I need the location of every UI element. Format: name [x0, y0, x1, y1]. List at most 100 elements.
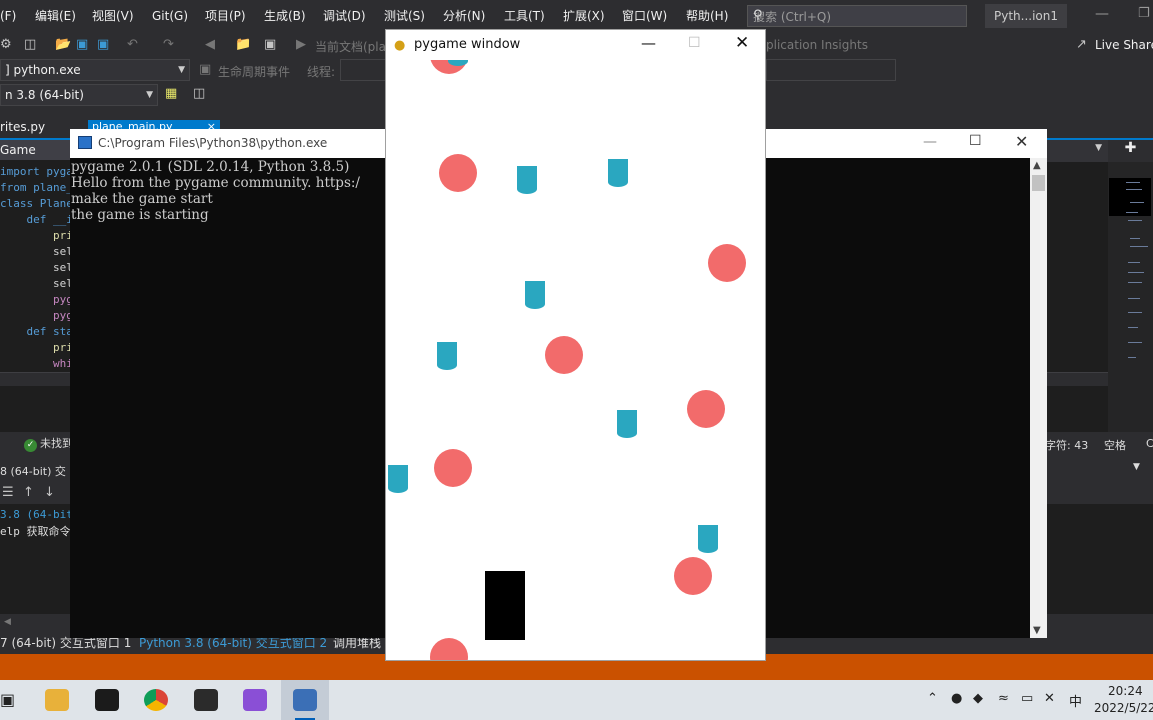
process-value: ] python.exe: [5, 63, 81, 77]
python-console-icon[interactable]: [281, 680, 329, 720]
clock-time[interactable]: 20:24: [1108, 684, 1143, 698]
enemy-ball: [430, 638, 468, 660]
code-line: pyg: [0, 309, 70, 322]
run-icon[interactable]: ▶: [296, 37, 306, 52]
photos-icon[interactable]: [83, 680, 131, 720]
menu-git[interactable]: Git(G): [152, 0, 188, 32]
menu-edit[interactable]: 编辑(E): [35, 0, 76, 32]
chevron-up-icon[interactable]: ▲: [1033, 160, 1041, 171]
menu-window[interactable]: 窗口(W): [622, 0, 667, 32]
screenshot-icon[interactable]: ▣: [264, 37, 276, 52]
lifecycle-events-label[interactable]: 生命周期事件: [218, 63, 290, 80]
code-editor[interactable]: import pyga from plane_ class Plane def __…: [0, 162, 70, 372]
wifi-icon[interactable]: ≈: [998, 691, 1009, 706]
solution-name-badge[interactable]: Pyth...ion1: [985, 4, 1067, 28]
chrome-icon[interactable]: [132, 680, 180, 720]
menu-file[interactable]: (F): [0, 0, 16, 32]
visual-studio-icon[interactable]: [231, 680, 279, 720]
console-line: make the game start: [71, 191, 213, 207]
scrollbar-thumb[interactable]: [1032, 175, 1045, 191]
gear-icon[interactable]: ⚙: [0, 37, 12, 52]
class-navigation-bar[interactable]: Game: [0, 140, 70, 160]
maximize-icon[interactable]: ☐: [969, 133, 982, 149]
task-view-icon[interactable]: ▣: [0, 690, 15, 709]
chevron-down-icon[interactable]: ▼: [1133, 462, 1140, 472]
undo-icon[interactable]: ↶: [127, 37, 138, 52]
clock-date[interactable]: 2022/5/22: [1094, 701, 1153, 715]
menu-tools[interactable]: 工具(T): [504, 0, 545, 32]
no-issues-indicator[interactable]: ✓ 未找到: [24, 435, 73, 452]
arrow-up-icon[interactable]: ↑: [23, 485, 34, 500]
chevron-down-icon: ▼: [1095, 143, 1102, 153]
open-folder-icon[interactable]: 📂: [55, 37, 71, 52]
vs-search-box[interactable]: 搜索 (Ctrl+Q) ⚲: [747, 5, 967, 27]
save-icon[interactable]: ▣: [76, 37, 88, 52]
process-combo[interactable]: ] python.exe ▼: [0, 59, 190, 81]
interactive-window-toolbar: ☰ ↑ ↓: [0, 482, 70, 504]
clear-icon[interactable]: ☰: [2, 485, 14, 500]
enemy-ball: [687, 390, 725, 428]
code-line: import pyga: [0, 165, 70, 178]
python-env-value: n 3.8 (64-bit): [5, 88, 84, 102]
menu-debug[interactable]: 调试(D): [323, 0, 366, 32]
scroll-left-icon[interactable]: ◀: [4, 617, 11, 627]
bullet: [525, 281, 545, 309]
menu-extensions[interactable]: 扩展(X): [563, 0, 605, 32]
package-icon[interactable]: ▦: [165, 86, 177, 101]
current-document-label[interactable]: 当前文档(pla: [315, 38, 386, 55]
new-project-icon[interactable]: ◫: [24, 37, 36, 52]
close-icon[interactable]: ✕: [735, 33, 749, 53]
navigate-back-icon[interactable]: ◀: [205, 37, 215, 52]
devtool-icon[interactable]: [182, 680, 230, 720]
share-icon[interactable]: ↗: [1076, 37, 1087, 52]
minimize-icon[interactable]: —: [923, 134, 937, 150]
close-icon[interactable]: ✕: [1015, 132, 1028, 151]
check-icon: ✓: [24, 439, 37, 452]
vs-restore-icon[interactable]: ❐: [1138, 6, 1150, 21]
redo-icon[interactable]: ↷: [163, 37, 174, 52]
whitespace-mode[interactable]: 空格: [1104, 437, 1126, 453]
menu-view[interactable]: 视图(V): [92, 0, 134, 32]
thread-label: 线程:: [307, 65, 336, 79]
live-share-button[interactable]: Live Share: [1095, 38, 1153, 52]
line-ending-mode[interactable]: C: [1146, 437, 1153, 450]
menu-help[interactable]: 帮助(H): [686, 0, 728, 32]
find-files-icon[interactable]: 📁: [235, 37, 251, 52]
ime-indicator[interactable]: 中: [1069, 691, 1082, 710]
qq-icon[interactable]: ◆: [973, 691, 983, 706]
thread-combo[interactable]: [340, 59, 386, 81]
vs-minimize-icon[interactable]: —: [1095, 6, 1109, 22]
battery-icon[interactable]: ▭: [1021, 691, 1033, 706]
menu-test[interactable]: 测试(S): [384, 0, 425, 32]
arrow-down-icon[interactable]: ↓: [44, 485, 55, 500]
python-env-combo[interactable]: n 3.8 (64-bit) ▼: [0, 84, 158, 106]
game-canvas[interactable]: [386, 60, 765, 660]
console-scrollbar[interactable]: ▲ ▼: [1030, 158, 1047, 638]
file-explorer-icon[interactable]: [33, 680, 81, 720]
application-insights-label[interactable]: plication Insights: [766, 38, 868, 52]
menu-build[interactable]: 生成(B): [264, 0, 306, 32]
tab-plane-sprites[interactable]: rites.py: [0, 120, 45, 134]
volume-muted-icon[interactable]: ✕: [1044, 691, 1055, 706]
pygame-title-bar[interactable]: ● pygame window — ☐ ✕: [386, 30, 765, 60]
menu-project[interactable]: 项目(P): [205, 0, 246, 32]
windows-taskbar: ▣ ⌃ ● ◆ ≈ ▭ ✕ 中: [0, 680, 1153, 720]
code-editor-right[interactable]: [1045, 162, 1108, 372]
split-editor-icon[interactable]: ✚: [1108, 140, 1153, 162]
layout-icon[interactable]: ◫: [193, 86, 205, 101]
pygame-window[interactable]: ● pygame window — ☐ ✕: [385, 29, 766, 661]
code-minimap[interactable]: [1108, 162, 1153, 432]
minimap-viewport[interactable]: [1109, 178, 1151, 216]
member-navigation-combo[interactable]: ▼: [1045, 140, 1108, 162]
minimize-icon[interactable]: —: [641, 34, 656, 52]
console-line: the game is starting: [71, 207, 209, 223]
microphone-icon[interactable]: ●: [951, 691, 962, 706]
save-all-icon[interactable]: ▣: [97, 37, 109, 52]
menu-analyze[interactable]: 分析(N): [443, 0, 485, 32]
char-position: 字符: 43: [1045, 439, 1089, 452]
chevron-down-icon[interactable]: ▼: [1033, 625, 1041, 636]
stack-frame-combo[interactable]: [766, 59, 896, 81]
interactive-window-help: elp 获取命令: [0, 525, 71, 538]
console-line: pygame 2.0.1 (SDL 2.0.14, Python 3.8.5): [71, 159, 350, 175]
tray-overflow-icon[interactable]: ⌃: [927, 691, 938, 706]
